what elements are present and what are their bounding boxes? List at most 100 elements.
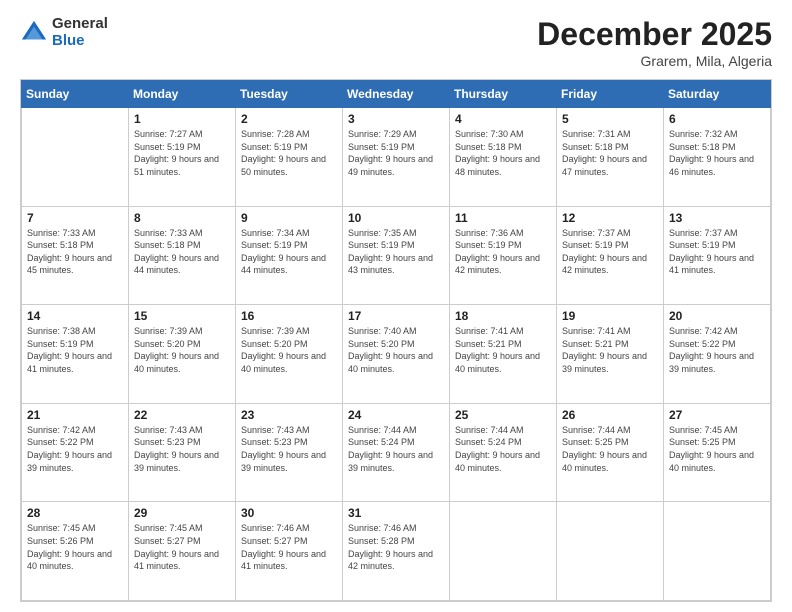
day-number: 29: [134, 506, 230, 520]
day-number: 11: [455, 211, 551, 225]
day-number: 9: [241, 211, 337, 225]
day-number: 22: [134, 408, 230, 422]
day-info: Sunrise: 7:45 AMSunset: 5:26 PMDaylight:…: [27, 522, 123, 572]
day-number: 17: [348, 309, 444, 323]
day-info: Sunrise: 7:44 AMSunset: 5:24 PMDaylight:…: [455, 424, 551, 474]
table-row: 13 Sunrise: 7:37 AMSunset: 5:19 PMDayligh…: [664, 206, 771, 305]
col-sunday: Sunday: [22, 81, 129, 108]
day-info: Sunrise: 7:44 AMSunset: 5:24 PMDaylight:…: [348, 424, 444, 474]
table-row: 14Sunrise: 7:38 AMSunset: 5:19 PMDayligh…: [22, 305, 129, 404]
table-row: 17Sunrise: 7:40 AMSunset: 5:20 PMDayligh…: [343, 305, 450, 404]
table-row: 24Sunrise: 7:44 AMSunset: 5:24 PMDayligh…: [343, 403, 450, 502]
month-title: December 2025: [537, 16, 772, 53]
day-info: Sunrise: 7:29 AMSunset: 5:19 PMDaylight:…: [348, 128, 444, 178]
day-number: 8: [134, 211, 230, 225]
table-row: 12 Sunrise: 7:37 AMSunset: 5:19 PMDayligh…: [557, 206, 664, 305]
day-number: 5: [562, 112, 658, 126]
table-row: 23 Sunrise: 7:43 AMSunset: 5:23 PMDayligh…: [236, 403, 343, 502]
day-number: 2: [241, 112, 337, 126]
day-info: Sunrise: 7:27 AMSunset: 5:19 PMDaylight:…: [134, 128, 230, 178]
table-row: 1 Sunrise: 7:27 AMSunset: 5:19 PMDaylight…: [129, 108, 236, 207]
col-wednesday: Wednesday: [343, 81, 450, 108]
day-info: Sunrise: 7:44 AMSunset: 5:25 PMDaylight:…: [562, 424, 658, 474]
day-number: 26: [562, 408, 658, 422]
day-info: Sunrise: 7:37 AMSunset: 5:19 PMDaylight:…: [562, 227, 658, 277]
day-info: Sunrise: 7:39 AMSunset: 5:20 PMDaylight:…: [241, 325, 337, 375]
calendar-week-3: 21Sunrise: 7:42 AMSunset: 5:22 PMDayligh…: [22, 403, 771, 502]
col-tuesday: Tuesday: [236, 81, 343, 108]
day-number: 1: [134, 112, 230, 126]
logo-blue: Blue: [52, 33, 108, 50]
day-number: 19: [562, 309, 658, 323]
calendar-week-4: 28 Sunrise: 7:45 AMSunset: 5:26 PMDayligh…: [22, 502, 771, 601]
day-info: Sunrise: 7:43 AMSunset: 5:23 PMDaylight:…: [134, 424, 230, 474]
table-row: 7Sunrise: 7:33 AMSunset: 5:18 PMDaylight…: [22, 206, 129, 305]
day-number: 28: [27, 506, 123, 520]
day-number: 30: [241, 506, 337, 520]
day-info: Sunrise: 7:37 AMSunset: 5:19 PMDaylight:…: [669, 227, 765, 277]
col-thursday: Thursday: [450, 81, 557, 108]
day-info: Sunrise: 7:28 AMSunset: 5:19 PMDaylight:…: [241, 128, 337, 178]
day-info: Sunrise: 7:31 AMSunset: 5:18 PMDaylight:…: [562, 128, 658, 178]
day-number: 6: [669, 112, 765, 126]
table-row: [450, 502, 557, 601]
table-row: 20Sunrise: 7:42 AMSunset: 5:22 PMDayligh…: [664, 305, 771, 404]
table-row: 5 Sunrise: 7:31 AMSunset: 5:18 PMDaylight…: [557, 108, 664, 207]
day-number: 3: [348, 112, 444, 126]
table-row: 18 Sunrise: 7:41 AMSunset: 5:21 PMDayligh…: [450, 305, 557, 404]
col-friday: Friday: [557, 81, 664, 108]
day-info: Sunrise: 7:45 AMSunset: 5:27 PMDaylight:…: [134, 522, 230, 572]
table-row: 27 Sunrise: 7:45 AMSunset: 5:25 PMDayligh…: [664, 403, 771, 502]
day-info: Sunrise: 7:46 AMSunset: 5:28 PMDaylight:…: [348, 522, 444, 572]
table-row: [664, 502, 771, 601]
table-row: 22 Sunrise: 7:43 AMSunset: 5:23 PMDayligh…: [129, 403, 236, 502]
day-info: Sunrise: 7:30 AMSunset: 5:18 PMDaylight:…: [455, 128, 551, 178]
table-row: 16Sunrise: 7:39 AMSunset: 5:20 PMDayligh…: [236, 305, 343, 404]
logo-icon: [20, 19, 48, 47]
table-row: 29 Sunrise: 7:45 AMSunset: 5:27 PMDayligh…: [129, 502, 236, 601]
table-row: 3 Sunrise: 7:29 AMSunset: 5:19 PMDaylight…: [343, 108, 450, 207]
day-info: Sunrise: 7:33 AMSunset: 5:18 PMDaylight:…: [27, 227, 123, 277]
col-monday: Monday: [129, 81, 236, 108]
calendar-body: 1 Sunrise: 7:27 AMSunset: 5:19 PMDaylight…: [22, 108, 771, 601]
day-info: Sunrise: 7:34 AMSunset: 5:19 PMDaylight:…: [241, 227, 337, 277]
table-row: 10Sunrise: 7:35 AMSunset: 5:19 PMDayligh…: [343, 206, 450, 305]
day-number: 13: [669, 211, 765, 225]
logo: General Blue: [20, 16, 108, 49]
day-info: Sunrise: 7:42 AMSunset: 5:22 PMDaylight:…: [669, 325, 765, 375]
day-number: 27: [669, 408, 765, 422]
table-row: 30 Sunrise: 7:46 AMSunset: 5:27 PMDayligh…: [236, 502, 343, 601]
table-row: 21Sunrise: 7:42 AMSunset: 5:22 PMDayligh…: [22, 403, 129, 502]
day-number: 15: [134, 309, 230, 323]
table-row: 11 Sunrise: 7:36 AMSunset: 5:19 PMDayligh…: [450, 206, 557, 305]
logo-general: General: [52, 16, 108, 33]
day-info: Sunrise: 7:33 AMSunset: 5:18 PMDaylight:…: [134, 227, 230, 277]
day-number: 23: [241, 408, 337, 422]
day-number: 18: [455, 309, 551, 323]
location: Grarem, Mila, Algeria: [537, 53, 772, 69]
day-info: Sunrise: 7:46 AMSunset: 5:27 PMDaylight:…: [241, 522, 337, 572]
day-number: 10: [348, 211, 444, 225]
day-number: 21: [27, 408, 123, 422]
page: General Blue December 2025 Grarem, Mila,…: [0, 0, 792, 612]
table-row: [22, 108, 129, 207]
table-row: 31Sunrise: 7:46 AMSunset: 5:28 PMDayligh…: [343, 502, 450, 601]
table-row: 26 Sunrise: 7:44 AMSunset: 5:25 PMDayligh…: [557, 403, 664, 502]
day-info: Sunrise: 7:32 AMSunset: 5:18 PMDaylight:…: [669, 128, 765, 178]
day-number: 25: [455, 408, 551, 422]
table-row: 2 Sunrise: 7:28 AMSunset: 5:19 PMDaylight…: [236, 108, 343, 207]
calendar-header: Sunday Monday Tuesday Wednesday Thursday…: [22, 81, 771, 108]
day-info: Sunrise: 7:39 AMSunset: 5:20 PMDaylight:…: [134, 325, 230, 375]
day-info: Sunrise: 7:45 AMSunset: 5:25 PMDaylight:…: [669, 424, 765, 474]
table-row: 25 Sunrise: 7:44 AMSunset: 5:24 PMDayligh…: [450, 403, 557, 502]
day-number: 4: [455, 112, 551, 126]
day-info: Sunrise: 7:41 AMSunset: 5:21 PMDaylight:…: [455, 325, 551, 375]
day-number: 12: [562, 211, 658, 225]
table-row: 19 Sunrise: 7:41 AMSunset: 5:21 PMDayligh…: [557, 305, 664, 404]
table-row: [557, 502, 664, 601]
day-info: Sunrise: 7:43 AMSunset: 5:23 PMDaylight:…: [241, 424, 337, 474]
day-info: Sunrise: 7:36 AMSunset: 5:19 PMDaylight:…: [455, 227, 551, 277]
day-info: Sunrise: 7:38 AMSunset: 5:19 PMDaylight:…: [27, 325, 123, 375]
day-info: Sunrise: 7:41 AMSunset: 5:21 PMDaylight:…: [562, 325, 658, 375]
col-saturday: Saturday: [664, 81, 771, 108]
